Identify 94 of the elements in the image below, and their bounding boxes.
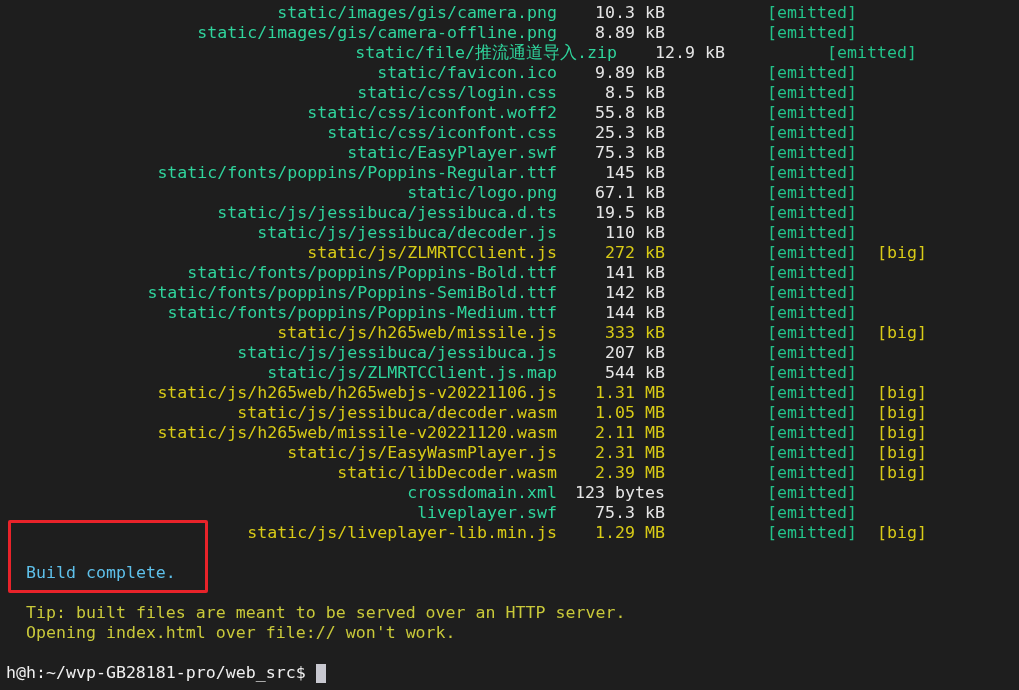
emitted-tag: [emitted] xyxy=(767,163,857,183)
asset-size: 75.3 kB xyxy=(594,143,665,163)
asset-path: static/fonts/poppins/Poppins-Bold.ttf xyxy=(186,263,557,283)
emitted-tag: [emitted] xyxy=(767,503,857,523)
asset-path: static/js/ZLMRTCClient.js xyxy=(306,243,557,263)
asset-path: static/js/h265web/missile-v20221120.wasm xyxy=(156,423,557,443)
emitted-tag: [emitted] xyxy=(767,363,857,383)
asset-size: 123 bytes xyxy=(574,483,665,503)
emitted-tag: [emitted] xyxy=(767,423,857,443)
asset-path: static/js/liveplayer-lib.min.js xyxy=(246,523,557,543)
emitted-tag: [emitted] xyxy=(767,63,857,83)
asset-size: 333 kB xyxy=(604,323,665,343)
asset-size: 544 kB xyxy=(604,363,665,383)
asset-size: 2.11 MB xyxy=(594,423,665,443)
asset-path: static/images/gis/camera.png xyxy=(276,3,557,23)
asset-path: static/fonts/poppins/Poppins-SemiBold.ttf xyxy=(146,283,557,303)
big-tag: [big] xyxy=(876,523,927,543)
build-message: Build complete. xyxy=(25,563,176,583)
asset-path: static/js/jessibuca/jessibuca.js xyxy=(236,343,557,363)
asset-size: 272 kB xyxy=(604,243,665,263)
asset-path: static/js/jessibuca/decoder.js xyxy=(256,223,557,243)
emitted-tag: [emitted] xyxy=(767,103,857,123)
big-tag: [big] xyxy=(876,423,927,443)
emitted-tag: [emitted] xyxy=(767,203,857,223)
emitted-tag: [emitted] xyxy=(767,443,857,463)
emitted-tag: [emitted] xyxy=(767,383,857,403)
emitted-tag: [emitted] xyxy=(767,23,857,43)
asset-path: static/images/gis/camera-offline.png xyxy=(196,23,557,43)
asset-path: static/js/h265web/missile.js xyxy=(276,323,557,343)
asset-size: 75.3 kB xyxy=(594,503,665,523)
asset-size: 19.5 kB xyxy=(594,203,665,223)
big-tag: [big] xyxy=(876,243,927,263)
asset-size: 9.89 kB xyxy=(594,63,665,83)
asset-path: static/fonts/poppins/Poppins-Medium.ttf xyxy=(166,303,557,323)
asset-path: liveplayer.swf xyxy=(416,503,557,523)
emitted-tag: [emitted] xyxy=(767,303,857,323)
asset-path: static/css/login.css xyxy=(356,83,557,103)
emitted-tag: [emitted] xyxy=(767,523,857,543)
emitted-tag: [emitted] xyxy=(767,223,857,243)
emitted-tag: [emitted] xyxy=(767,483,857,503)
big-tag: [big] xyxy=(876,323,927,343)
asset-path: static/css/iconfont.css xyxy=(326,123,557,143)
tip-text: Opening index.html over file:// won't work. xyxy=(25,623,456,643)
asset-size: 25.3 kB xyxy=(594,123,665,143)
big-tag: [big] xyxy=(876,463,927,483)
asset-size: 12.9 kB xyxy=(654,43,725,63)
emitted-tag: [emitted] xyxy=(767,463,857,483)
asset-size: 8.89 kB xyxy=(594,23,665,43)
asset-path: static/js/jessibuca/decoder.wasm xyxy=(236,403,557,423)
asset-size: 8.5 kB xyxy=(604,83,665,103)
asset-size: 2.39 MB xyxy=(594,463,665,483)
asset-size: 141 kB xyxy=(604,263,665,283)
asset-path: crossdomain.xml xyxy=(406,483,557,503)
asset-size: 10.3 kB xyxy=(594,3,665,23)
asset-path: static/fonts/poppins/Poppins-Regular.ttf xyxy=(156,163,557,183)
emitted-tag: [emitted] xyxy=(827,43,917,63)
emitted-tag: [emitted] xyxy=(767,403,857,423)
asset-size: 67.1 kB xyxy=(594,183,665,203)
asset-path: static/libDecoder.wasm xyxy=(336,463,557,483)
big-tag: [big] xyxy=(876,403,927,423)
asset-size: 1.31 MB xyxy=(594,383,665,403)
asset-path: static/EasyPlayer.swf xyxy=(346,143,557,163)
cursor xyxy=(315,663,326,683)
asset-size: 144 kB xyxy=(604,303,665,323)
tip-text: Tip: built files are meant to be served over an HTTP server. xyxy=(25,603,626,623)
asset-size: 110 kB xyxy=(604,223,665,243)
asset-size: 145 kB xyxy=(604,163,665,183)
emitted-tag: [emitted] xyxy=(767,283,857,303)
emitted-tag: [emitted] xyxy=(767,83,857,103)
asset-path: static/css/iconfont.woff2 xyxy=(306,103,557,123)
emitted-tag: [emitted] xyxy=(767,3,857,23)
asset-size: 142 kB xyxy=(604,283,665,303)
emitted-tag: [emitted] xyxy=(767,243,857,263)
emitted-tag: [emitted] xyxy=(767,123,857,143)
emitted-tag: [emitted] xyxy=(767,343,857,363)
emitted-tag: [emitted] xyxy=(767,323,857,343)
asset-path: static/js/EasyWasmPlayer.js xyxy=(286,443,557,463)
asset-path: static/js/h265web/h265webjs-v20221106.js xyxy=(156,383,557,403)
asset-size: 207 kB xyxy=(604,343,665,363)
asset-path: static/logo.png xyxy=(406,183,557,203)
asset-size: 1.05 MB xyxy=(594,403,665,423)
shell-prompt: h@h:~/wvp-GB28181-pro/web_src$ xyxy=(6,663,306,683)
asset-path: static/js/ZLMRTCClient.js.map xyxy=(266,363,557,383)
big-tag: [big] xyxy=(876,443,927,463)
asset-path: static/file/推流通道导入.zip xyxy=(354,43,617,63)
asset-size: 55.8 kB xyxy=(594,103,665,123)
emitted-tag: [emitted] xyxy=(767,143,857,163)
emitted-tag: [emitted] xyxy=(767,263,857,283)
big-tag: [big] xyxy=(876,383,927,403)
emitted-tag: [emitted] xyxy=(767,183,857,203)
asset-size: 1.29 MB xyxy=(594,523,665,543)
asset-path: static/favicon.ico xyxy=(376,63,557,83)
asset-size: 2.31 MB xyxy=(594,443,665,463)
asset-path: static/js/jessibuca/jessibuca.d.ts xyxy=(216,203,557,223)
